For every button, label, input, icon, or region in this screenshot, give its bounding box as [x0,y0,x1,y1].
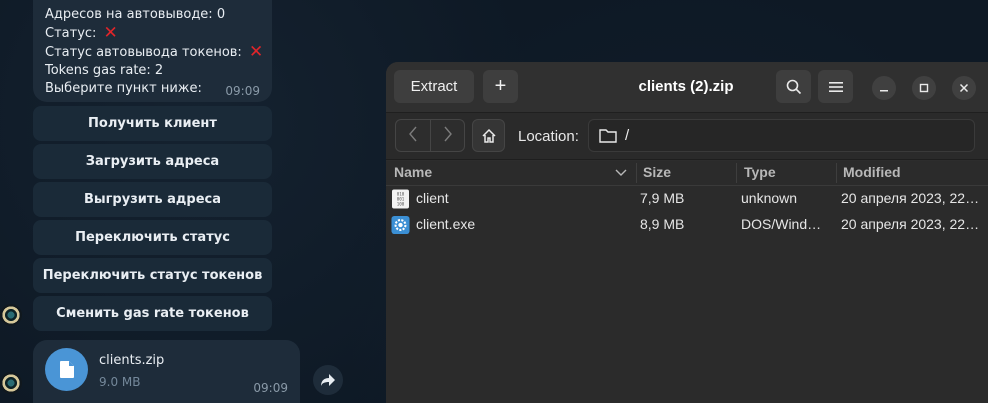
menu-button[interactable] [818,70,853,103]
row-modified: 20 апреля 2023, 22… [841,190,980,206]
get-client-button[interactable]: Получить клиент [33,106,272,141]
forward-button[interactable] [313,365,343,395]
svg-text:100: 100 [397,202,405,207]
navigation-group [395,119,465,152]
location-label: Location: [518,128,579,145]
header-bar: Extract + clients (2).zip [386,62,988,113]
hamburger-menu-icon [828,81,843,92]
message-line-token-status: Статус автовывода токенов: ✕ [45,42,264,62]
chevron-down-icon[interactable] [615,169,627,177]
row-name: client [416,190,449,206]
chevron-right-icon [444,126,452,142]
home-icon [481,128,496,143]
bot-avatar[interactable] [0,372,22,394]
table-row[interactable]: client.exe 8,9 MB DOS/Wind… 20 апреля 20… [386,212,988,238]
add-button[interactable]: + [483,70,518,103]
row-modified: 20 апреля 2023, 22… [841,216,980,232]
minimize-button[interactable] [872,76,896,100]
bot-avatar[interactable] [0,304,22,326]
column-type[interactable]: Type [744,164,776,180]
export-addresses-button[interactable]: Выгрузить адреса [33,182,272,217]
exe-gear-icon [391,215,410,235]
column-modified[interactable]: Modified [843,164,901,180]
maximize-icon [919,83,929,93]
upload-addresses-button[interactable]: Загрузить адреса [33,144,272,179]
message-line-status: Статус: ✕ [45,23,118,43]
row-name: client.exe [416,216,476,232]
window-title: clients (2).zip [638,78,734,95]
forward-arrow-icon [321,374,335,386]
column-size[interactable]: Size [643,164,671,180]
message-line-gas-rate: Tokens gas rate: 2 [45,63,164,78]
file-message[interactable]: clients.zip 9.0 MB 09:09 [33,340,300,403]
chevron-left-icon [409,126,417,142]
archive-manager-window: Extract + clients (2).zip Location: / Na… [386,62,988,403]
location-path: / [625,127,630,144]
row-type: DOS/Wind… [741,216,822,232]
bot-message: Адресов на автовыводе: 0 Статус: ✕ Стату… [33,0,272,102]
location-field[interactable]: / [588,119,975,152]
extract-button[interactable]: Extract [394,70,474,103]
minimize-icon [880,90,888,92]
table-row[interactable]: 010 001 100 client 7,9 MB unknown 20 апр… [386,186,988,212]
search-icon [786,79,801,94]
back-button[interactable] [396,126,430,147]
folder-icon [599,129,617,143]
file-list: Name Size Type Modified 010 001 100 clie… [386,161,988,403]
document-icon[interactable] [45,348,88,391]
maximize-button[interactable] [912,76,936,100]
close-icon [959,83,969,93]
search-button[interactable] [776,70,811,103]
table-header: Name Size Type Modified [386,161,988,186]
file-size: 9.0 MB [99,375,141,389]
location-toolbar: Location: / [386,113,988,160]
cross-mark-icon: ✕ [103,23,118,43]
change-gas-rate-button[interactable]: Сменить gas rate токенов [33,296,272,331]
message-line-addresses: Адресов на автовыводе: 0 [45,7,226,22]
forward-nav-button[interactable] [431,126,465,147]
toggle-token-status-button[interactable]: Переключить статус токенов [33,258,272,293]
row-size: 7,9 MB [640,190,685,206]
row-type: unknown [741,190,798,206]
home-button[interactable] [472,119,505,152]
binary-file-icon: 010 001 100 [392,189,409,209]
cross-mark-icon: ✕ [248,42,264,62]
message-time: 09:09 [225,84,260,98]
row-size: 8,9 MB [640,216,685,232]
toggle-status-button[interactable]: Переключить статус [33,220,272,255]
close-button[interactable] [952,76,976,100]
file-name: clients.zip [99,353,165,368]
file-time: 09:09 [253,381,288,395]
column-name[interactable]: Name [394,164,432,180]
